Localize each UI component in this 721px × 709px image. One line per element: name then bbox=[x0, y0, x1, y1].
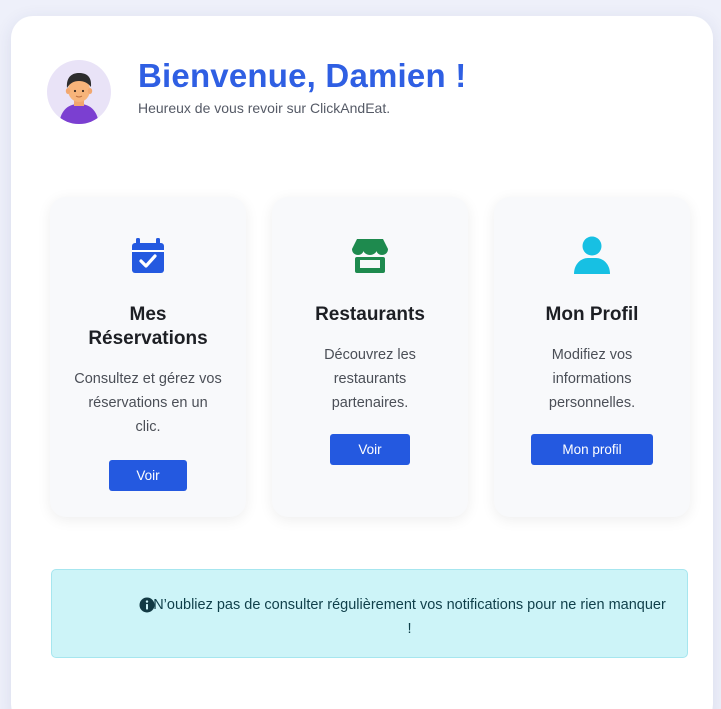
card-restaurants: Restaurants Découvrez les restaurants pa… bbox=[272, 197, 468, 517]
user-icon bbox=[574, 236, 610, 274]
card-description: Découvrez les restaurants partenaires. bbox=[324, 347, 416, 411]
avatar bbox=[47, 60, 111, 124]
cards-row: Mes Réservations Consultez et gérez vos … bbox=[50, 197, 690, 517]
card-description: Modifiez vos informations personnelles. bbox=[548, 347, 636, 411]
page-subtitle: Heureux de vous revoir sur ClickAndEat. bbox=[138, 100, 391, 116]
card-title: Mes Réservations bbox=[88, 304, 208, 349]
page-title: Bienvenue, Damien ! bbox=[138, 57, 467, 94]
profile-button[interactable]: Mon profil bbox=[531, 434, 653, 465]
store-icon bbox=[352, 239, 388, 273]
header-text: Bienvenue, Damien ! Heureux de vous revo… bbox=[138, 56, 466, 116]
card-title: Restaurants bbox=[315, 304, 425, 325]
card-title: Mon Profil bbox=[545, 304, 639, 325]
card-reservations: Mes Réservations Consultez et gérez vos … bbox=[50, 197, 246, 517]
calendar-check-icon bbox=[132, 238, 164, 273]
card-profile: Mon Profil Modifiez vos informations per… bbox=[494, 197, 690, 517]
user-avatar-icon bbox=[59, 73, 99, 124]
welcome-header: Bienvenue, Damien ! Heureux de vous revo… bbox=[47, 57, 466, 124]
notification-alert: N’oubliez pas de consulter régulièrement… bbox=[51, 569, 688, 658]
alert-text: N’oubliez pas de consulter régulièrement… bbox=[153, 597, 666, 637]
reservations-view-button[interactable]: Voir bbox=[109, 460, 187, 491]
restaurants-view-button[interactable]: Voir bbox=[330, 434, 410, 465]
card-description: Consultez et gérez vos réservations en u… bbox=[74, 371, 222, 435]
page: Bienvenue, Damien ! Heureux de vous revo… bbox=[0, 0, 721, 709]
